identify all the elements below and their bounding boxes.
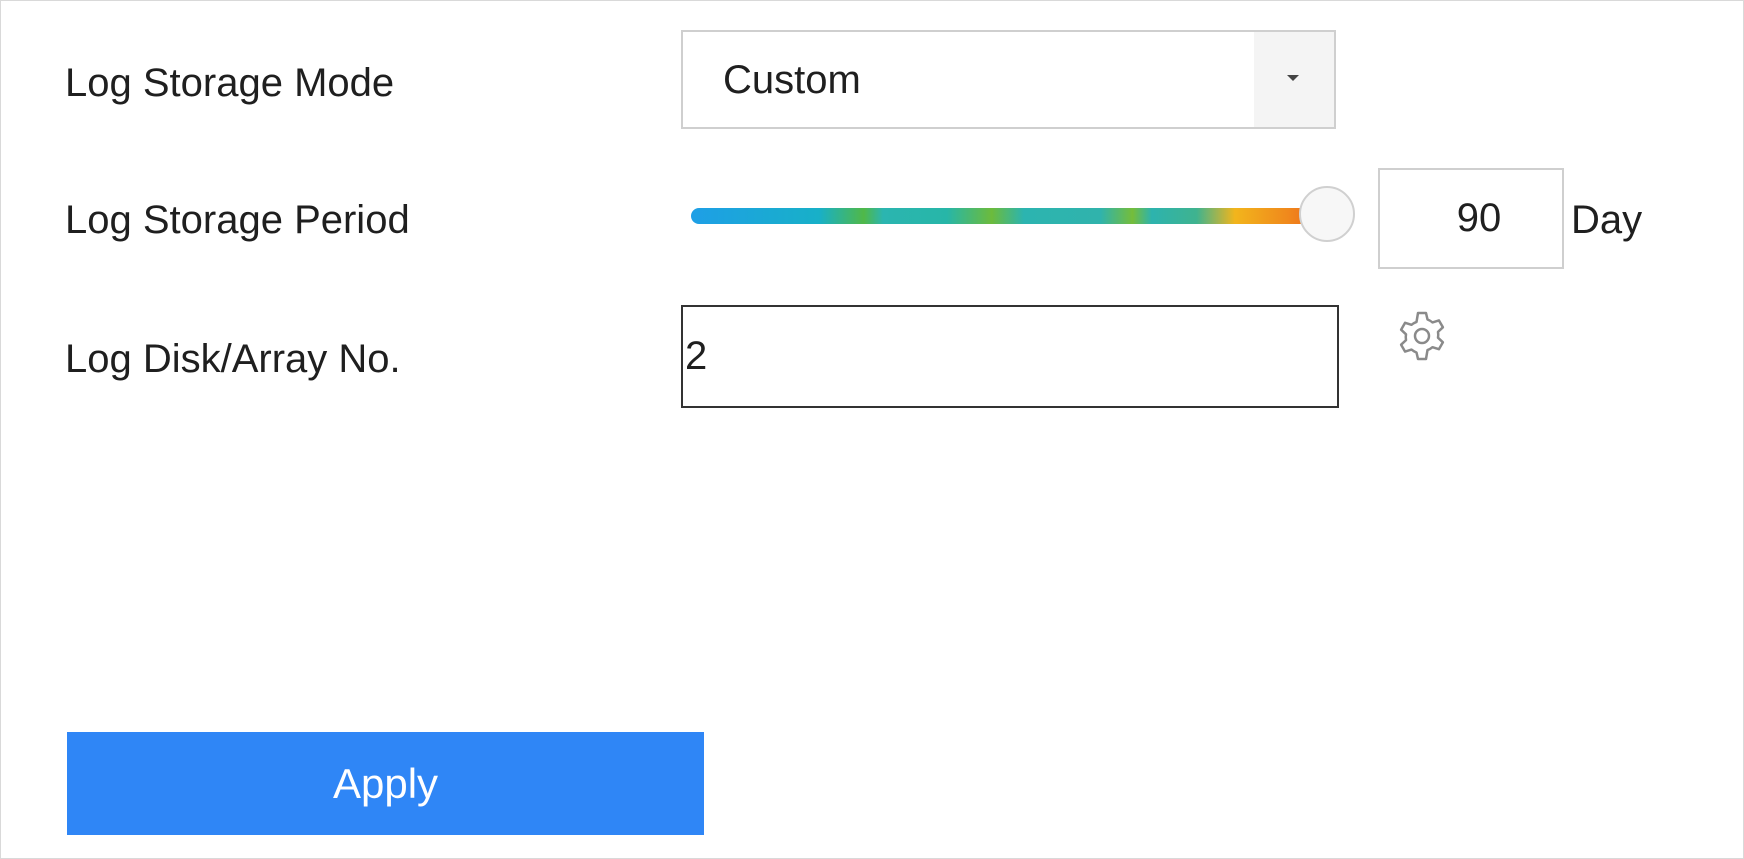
log-storage-period-label: Log Storage Period xyxy=(65,198,410,242)
log-disk-array-label: Log Disk/Array No. xyxy=(65,337,401,381)
log-storage-mode-value: Custom xyxy=(723,58,861,102)
gear-icon[interactable] xyxy=(1393,307,1451,365)
chevron-down-icon xyxy=(1287,75,1299,81)
dropdown-toggle[interactable] xyxy=(1254,32,1334,127)
slider-track[interactable] xyxy=(691,208,1331,224)
log-disk-array-input[interactable] xyxy=(681,305,1339,408)
log-settings-panel: Log Storage Mode Custom Log Storage Peri… xyxy=(0,0,1744,859)
log-storage-mode-select[interactable]: Custom xyxy=(681,30,1336,129)
log-storage-period-unit: Day xyxy=(1571,198,1643,242)
apply-button[interactable]: Apply xyxy=(67,732,704,835)
log-storage-period-slider[interactable] xyxy=(691,181,1355,251)
log-storage-period-input[interactable] xyxy=(1378,168,1564,269)
log-storage-mode-label: Log Storage Mode xyxy=(65,61,395,105)
slider-thumb[interactable] xyxy=(1299,186,1355,242)
